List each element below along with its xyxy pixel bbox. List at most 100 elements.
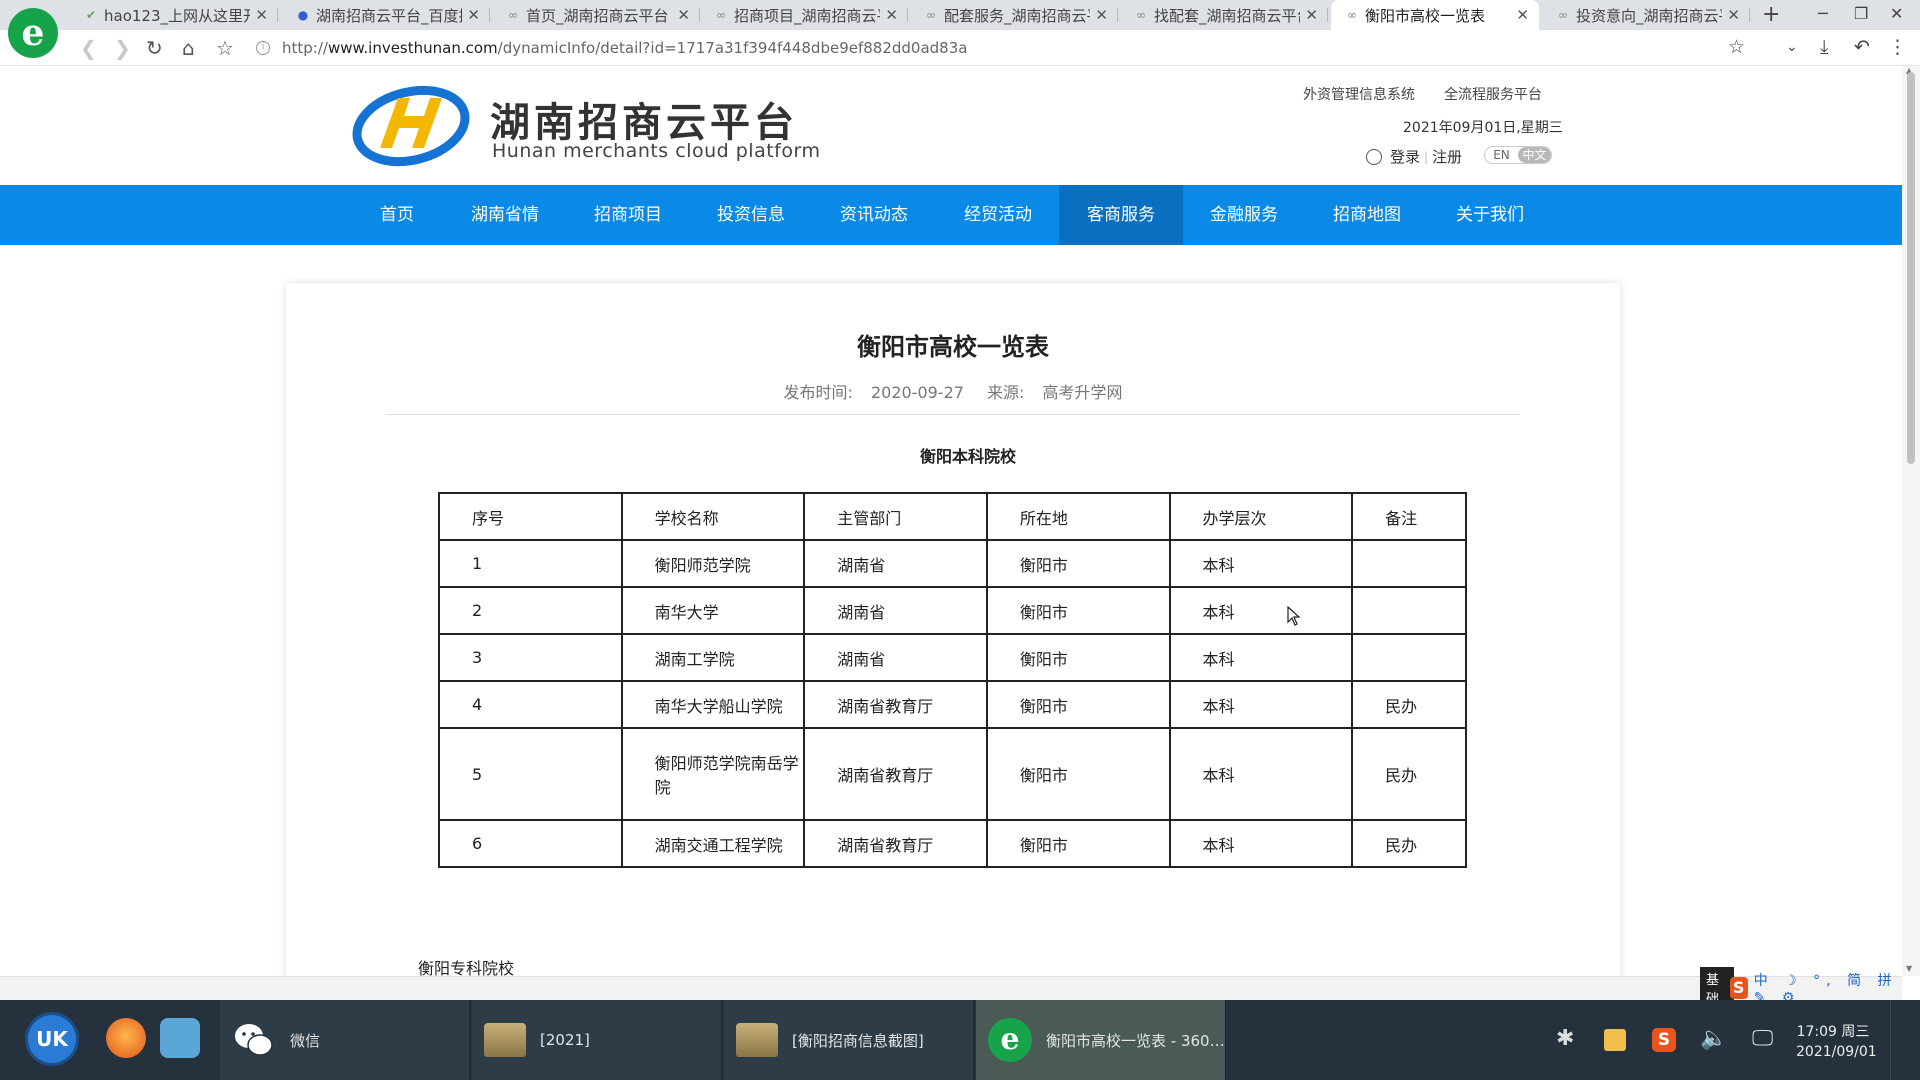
full-process-link[interactable]: 全流程服务平台	[1444, 84, 1542, 104]
table-cell: 湖南省	[803, 633, 988, 682]
system-clock[interactable]: 17:09 周三 2021/09/01	[1796, 1022, 1877, 1062]
browser-logo-icon[interactable]: e	[8, 8, 58, 58]
page-scrollbar[interactable]: ▲ ▼	[1902, 66, 1920, 976]
menu-dots-icon[interactable]: ⋮	[1888, 36, 1907, 58]
table-cell	[1351, 539, 1467, 588]
close-window-button[interactable]: ✕	[1890, 4, 1903, 23]
browser-tab[interactable]: ∞ 配套服务_湖南招商云平台 ✕	[910, 0, 1118, 30]
tab-close-icon[interactable]: ✕	[255, 6, 268, 24]
start-menu-icon[interactable]: UK	[28, 1015, 76, 1063]
tab-close-icon[interactable]: ✕	[1305, 6, 1318, 24]
publish-label: 发布时间:	[783, 383, 853, 402]
nav-item[interactable]: 首页	[335, 185, 459, 245]
table-cell: 湖南省	[803, 539, 988, 588]
nav-item[interactable]: 招商项目	[566, 185, 690, 245]
nav-item[interactable]: 客商服务	[1059, 185, 1183, 245]
table-cell: 湖南省教育厅	[803, 680, 988, 729]
volume-icon[interactable]: 🔈	[1700, 1026, 1727, 1051]
nav-item[interactable]: 投资信息	[689, 185, 813, 245]
dropdown-chevron-icon[interactable]: ⌄	[1786, 39, 1798, 55]
browser-tab[interactable]: ∞ 招商项目_湖南招商云平台 ✕	[700, 0, 908, 30]
table-cell: 本科	[1168, 586, 1354, 635]
tab-close-icon[interactable]: ✕	[1095, 6, 1108, 24]
tab-label: 首页_湖南招商云平台	[526, 6, 669, 25]
task-label: [衡阳招商信息截图]	[792, 1031, 924, 1050]
url-path: /dynamicInfo/detail?id=1717a31f394f448db…	[497, 39, 968, 57]
ime-toolbar[interactable]: 基础 S 中 ☽ °, 简 拼 ✎ ⚙	[1700, 967, 1920, 1009]
minimize-button[interactable]: ─	[1818, 4, 1828, 23]
taskbar-task[interactable]: 微信	[220, 1000, 470, 1080]
table-cell: 本科	[1168, 680, 1354, 729]
new-tab-button[interactable]: +	[1762, 2, 1780, 27]
browser-status-bar	[0, 976, 1902, 1000]
table-cell: 6	[438, 819, 623, 868]
browser-tab[interactable]: ∞ 投资意向_湖南招商云平台 ✕	[1542, 0, 1750, 30]
url-field[interactable]: i http://www.investhunan.com/dynamicInfo…	[256, 34, 1756, 62]
bluetooth-icon[interactable]: ✱	[1556, 1026, 1574, 1051]
taskbar-task[interactable]: [衡阳招商信息截图]	[724, 1000, 974, 1080]
site-info-icon[interactable]: i	[256, 41, 270, 55]
firefox-icon[interactable]	[106, 1018, 146, 1058]
show-desktop-button[interactable]	[1890, 1000, 1920, 1080]
site-subtitle: Hunan merchants cloud platform	[492, 140, 821, 162]
site-logo-icon[interactable]	[352, 84, 470, 168]
table-cell: 衡阳市	[985, 819, 1171, 868]
taskbar-task[interactable]: [2021]	[472, 1000, 722, 1080]
app-tray-icon[interactable]	[1604, 1029, 1626, 1051]
taskbar-task[interactable]: e 衡阳市高校一览表 - 360…	[976, 1000, 1226, 1080]
nav-item[interactable]: 招商地图	[1305, 185, 1429, 245]
sogou-icon[interactable]: S	[1729, 977, 1748, 999]
table-cell: 本科	[1168, 819, 1354, 868]
lang-en-option[interactable]: EN	[1485, 147, 1518, 163]
browser-tab[interactable]: ∞ 找配套_湖南招商云平台 ✕	[1120, 0, 1328, 30]
table-cell: 民办	[1351, 680, 1467, 729]
scrollbar-thumb[interactable]	[1907, 72, 1915, 464]
register-link[interactable]: 注册	[1432, 146, 1462, 167]
bookmark-star-icon[interactable]: ☆	[216, 36, 234, 60]
lang-cn-option[interactable]: 中文	[1518, 147, 1551, 163]
restore-button[interactable]: ❐	[1854, 4, 1868, 23]
table-cell: 本科	[1168, 539, 1354, 588]
tab-close-icon[interactable]: ✕	[1516, 6, 1529, 24]
nav-item[interactable]: 经贸活动	[936, 185, 1060, 245]
network-icon[interactable]: 🖵	[1752, 1026, 1773, 1051]
table-row: 1 衡阳师范学院 湖南省 衡阳市 本科	[438, 539, 1467, 588]
tab-close-icon[interactable]: ✕	[1727, 6, 1740, 24]
undo-close-icon[interactable]: ↶	[1854, 36, 1870, 58]
table-cell: 湖南省教育厅	[803, 819, 988, 868]
language-toggle[interactable]: EN 中文	[1484, 146, 1552, 164]
foreign-investment-link[interactable]: 外资管理信息系统	[1303, 84, 1415, 104]
tab-close-icon[interactable]: ✕	[885, 6, 898, 24]
table-cell: 1	[438, 539, 623, 588]
browser-tab[interactable]: ∞ 首页_湖南招商云平台 ✕	[492, 0, 700, 30]
back-icon[interactable]: ❮	[80, 36, 97, 60]
site-header: 湖南招商云平台 Hunan merchants cloud platform 外…	[0, 66, 1902, 185]
tab-close-icon[interactable]: ✕	[467, 6, 480, 24]
table-row: 4 南华大学船山学院 湖南省教育厅 衡阳市 本科 民办	[438, 680, 1467, 729]
nav-item[interactable]: 湖南省情	[443, 185, 567, 245]
login-link[interactable]: 登录	[1390, 146, 1420, 167]
table-row: 5 衡阳师范学院南岳学院 湖南省教育厅 衡阳市 本科 民办	[438, 727, 1467, 821]
favorite-star-icon[interactable]: ☆	[1728, 36, 1745, 58]
forward-icon[interactable]: ❯	[114, 36, 131, 60]
browser-tab[interactable]: ✔ hao123_上网从这里开始 ✕	[70, 0, 278, 30]
task-label: 微信	[290, 1031, 321, 1050]
nav-item[interactable]: 金融服务	[1182, 185, 1306, 245]
sogou-tray-icon[interactable]: S	[1652, 1028, 1676, 1052]
nav-item[interactable]: 资讯动态	[812, 185, 936, 245]
nav-item[interactable]: 关于我们	[1428, 185, 1552, 245]
colleges-table: 序号 学校名称 主管部门 所在地 办学层次 备注 1 衡阳师范学院 湖南省 衡阳市 本科 2 南华大学湖…	[438, 492, 1467, 868]
browser-tab[interactable]: ● 湖南招商云平台_百度搜索 ✕	[282, 0, 490, 30]
file-manager-icon[interactable]	[160, 1018, 200, 1058]
table-cell: 民办	[1351, 727, 1467, 821]
browser-tab[interactable]: ∞ 衡阳市高校一览表 ✕	[1331, 0, 1539, 30]
home-icon[interactable]: ⌂	[182, 36, 195, 60]
reload-icon[interactable]: ↻	[146, 36, 163, 60]
folder-icon	[736, 1023, 778, 1057]
table-row: 2 南华大学 湖南省 衡阳市 本科	[438, 586, 1467, 635]
download-icon[interactable]: ⤓	[1820, 36, 1828, 58]
tab-favicon-icon: ∞	[926, 8, 936, 22]
table-cell: 衡阳市	[985, 633, 1171, 682]
tab-close-icon[interactable]: ✕	[677, 6, 690, 24]
article-title: 衡阳市高校一览表	[857, 333, 1049, 361]
